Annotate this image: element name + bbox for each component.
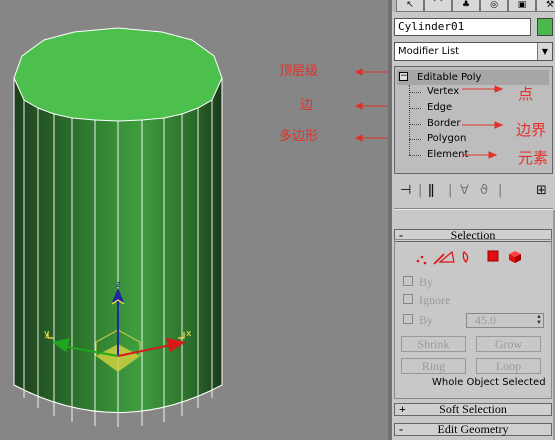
- separator-icon: |: [448, 183, 453, 198]
- svg-text:x: x: [186, 329, 192, 339]
- cylinder-top-cap: [13, 27, 223, 122]
- annotation-editable-poly: 顶层级: [279, 64, 319, 79]
- object-color-swatch[interactable]: [537, 18, 553, 36]
- stack-item-polygon[interactable]: Polygon: [427, 132, 466, 146]
- ignore-backfacing-checkbox[interactable]: [403, 294, 413, 304]
- annotation-vertex: 点: [518, 85, 534, 103]
- object-name-field[interactable]: Cylinder01: [394, 18, 531, 36]
- stack-root-label: Editable Poly: [417, 72, 482, 83]
- svg-text:z: z: [116, 280, 121, 290]
- angle-value: 45.0: [475, 313, 496, 327]
- spinner-arrows-icon[interactable]: ▲ ▼: [535, 314, 543, 327]
- rollout-soft-selection-title: Soft Selection: [439, 402, 507, 416]
- stack-item-border[interactable]: Border: [427, 117, 461, 131]
- by-angle-checkbox[interactable]: [403, 314, 413, 324]
- configure-sets-icon[interactable]: ⊞: [536, 183, 547, 198]
- chevron-down-icon[interactable]: ▼: [537, 43, 552, 60]
- modifier-list-dropdown[interactable]: Modifier List ▼: [394, 42, 553, 61]
- selection-status: Whole Object Selected: [432, 377, 546, 388]
- utilities-icon[interactable]: ⚒: [536, 0, 555, 12]
- rollout-edit-geometry-header[interactable]: - Edit Geometry: [394, 423, 552, 436]
- stack-item-edge[interactable]: Edge: [427, 101, 452, 115]
- panel-divider: [388, 0, 392, 440]
- cylinder-model[interactable]: z x y: [0, 0, 388, 440]
- ring-button[interactable]: Ring: [401, 358, 466, 374]
- stack-item-element[interactable]: Element: [427, 148, 468, 162]
- separator-icon: |: [418, 183, 423, 198]
- by-vertex-checkbox[interactable]: [403, 276, 413, 286]
- stack-toolbar: ⊣ | ǁ | ∀ ϑ | ⊞: [394, 180, 553, 202]
- collapse-icon[interactable]: −: [399, 72, 408, 81]
- display-icon[interactable]: ▣: [508, 0, 536, 12]
- viewport-perspective[interactable]: z x y 顶层级 边 多边形: [0, 0, 388, 440]
- remove-modifier-icon[interactable]: ϑ: [480, 183, 488, 198]
- by-vertex-label: By: [419, 275, 434, 289]
- grow-button[interactable]: Grow: [476, 336, 541, 352]
- modifier-list-label: Modifier List: [398, 46, 460, 57]
- rollout-soft-selection-header[interactable]: + Soft Selection: [394, 403, 552, 416]
- annotation-element: 元素: [518, 149, 549, 167]
- motion-icon[interactable]: ◎: [480, 0, 508, 12]
- angle-spinner[interactable]: 45.0 ▲ ▼: [466, 313, 544, 328]
- pin-stack-icon[interactable]: ⊣: [400, 183, 411, 198]
- modify-icon[interactable]: ⌒: [424, 0, 452, 12]
- loop-button[interactable]: Loop: [476, 358, 541, 374]
- create-icon[interactable]: ↖: [396, 0, 424, 12]
- shrink-button[interactable]: Shrink: [401, 336, 466, 352]
- show-end-result-icon[interactable]: ǁ: [428, 183, 434, 198]
- annotation-border: 边界: [516, 121, 547, 139]
- command-panel-tabs: ↖ ⌒ ♣ ◎ ▣ ⚒: [392, 0, 555, 12]
- annotation-arrows: [354, 68, 388, 142]
- stack-item-vertex[interactable]: Vertex: [427, 85, 459, 99]
- tree-line: [409, 85, 410, 155]
- annotation-polygon: 多边形: [279, 129, 319, 144]
- hierarchy-icon[interactable]: ♣: [452, 0, 480, 12]
- make-unique-icon[interactable]: ∀: [460, 183, 469, 198]
- rollout-edit-geometry-title: Edit Geometry: [437, 422, 509, 436]
- separator-icon: |: [498, 183, 503, 198]
- divider: [394, 208, 553, 210]
- ignore-backfacing-label: Ignore: [419, 293, 451, 307]
- annotation-edge: 边: [300, 98, 314, 113]
- by-angle-label: By: [419, 313, 434, 327]
